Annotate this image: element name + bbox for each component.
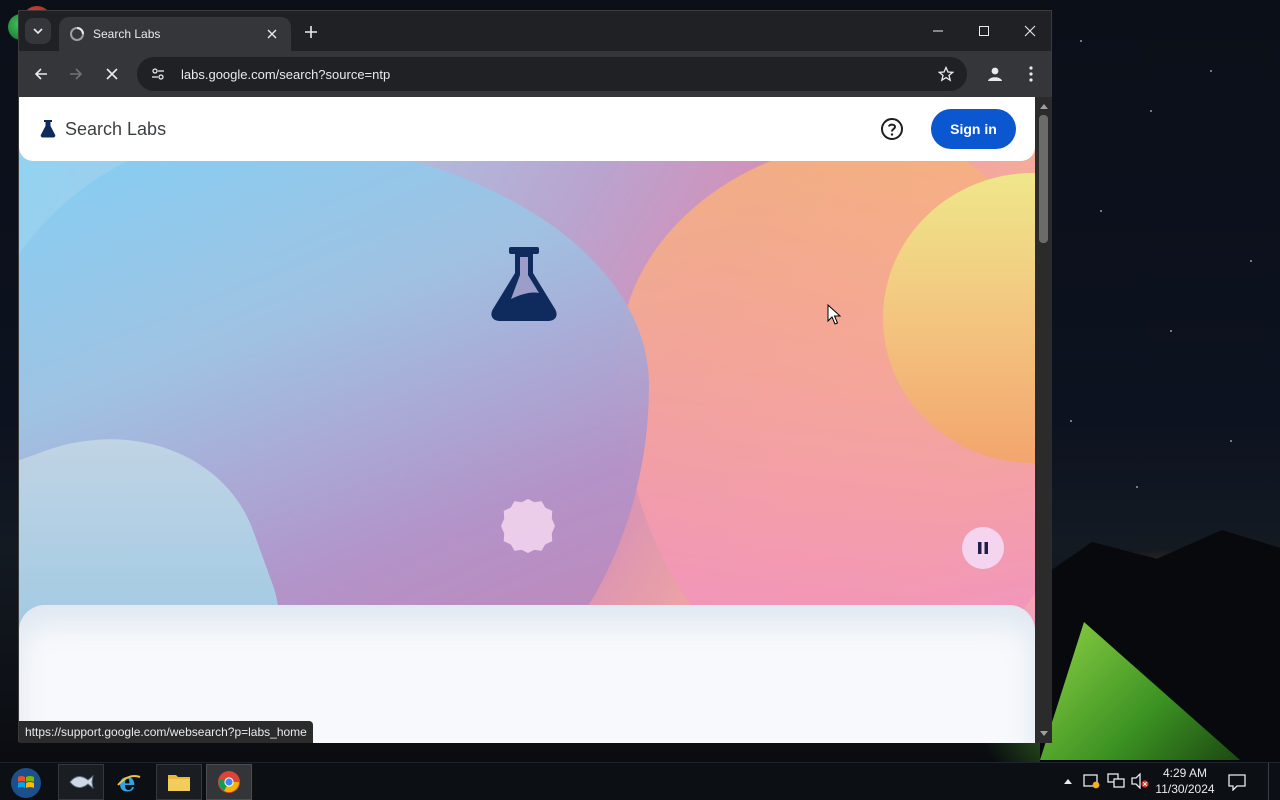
notification-icon (1228, 774, 1246, 791)
mouse-cursor-icon (827, 304, 841, 325)
back-button[interactable] (27, 60, 55, 88)
search-labs-logo[interactable]: Search Labs (39, 119, 166, 140)
show-desktop-button[interactable] (1268, 763, 1280, 800)
chrome-icon (218, 771, 240, 793)
brand-name: Search Labs (65, 118, 167, 139)
tray-network[interactable] (1106, 771, 1126, 791)
page-header: Search Labs Sign in (19, 97, 1035, 161)
maximize-icon (979, 26, 989, 36)
start-button[interactable] (6, 765, 46, 800)
tab-search-button[interactable] (25, 18, 51, 44)
page-viewport: Search Labs Sign in https://support.goog… (19, 97, 1035, 743)
browser-toolbar: labs.google.com/search?source=ntp (19, 51, 1051, 97)
sign-in-button[interactable]: Sign in (931, 109, 1016, 149)
pause-icon (978, 542, 988, 554)
clock-date: 11/30/2024 (1155, 782, 1215, 796)
tab-title: Search Labs (93, 27, 161, 41)
browser-window: Search Labs labs.google.com/search?sourc… (18, 10, 1052, 743)
pause-animation-button[interactable] (962, 527, 1004, 569)
tray-action-center-flag[interactable] (1082, 771, 1102, 791)
maximize-button[interactable] (961, 15, 1007, 47)
profile-button[interactable] (982, 61, 1008, 87)
notifications-button[interactable] (1226, 771, 1248, 793)
bookmark-star-icon[interactable] (935, 63, 957, 85)
page-scrollbar[interactable] (1035, 97, 1052, 743)
scroll-up-icon[interactable] (1035, 99, 1052, 113)
tab-close-icon[interactable] (263, 25, 281, 43)
forward-button[interactable] (62, 60, 90, 88)
clock-time: 4:29 AM (1162, 766, 1208, 780)
close-icon (1024, 25, 1036, 37)
chevron-down-icon (33, 28, 43, 35)
chevron-up-icon (1064, 779, 1072, 784)
url-text[interactable]: labs.google.com/search?source=ntp (181, 67, 935, 82)
browser-menu-button[interactable] (1019, 61, 1043, 87)
arrow-left-icon (34, 68, 47, 80)
flag-warning-icon (1083, 774, 1100, 789)
windows-start-icon (11, 768, 41, 798)
person-icon (988, 67, 1002, 81)
tray-volume-muted[interactable] (1130, 771, 1150, 791)
close-icon (106, 68, 118, 80)
taskbar: e 4:29 AM 11/30/2024 (0, 762, 1280, 800)
browser-tab[interactable]: Search Labs (59, 17, 291, 51)
loading-spinner-icon (69, 26, 85, 42)
close-window-button[interactable] (1007, 15, 1053, 47)
fish-app-icon (69, 774, 94, 790)
taskbar-file-explorer[interactable] (156, 764, 202, 800)
folder-icon (168, 775, 190, 791)
taskbar-internet-explorer[interactable]: e (106, 764, 152, 800)
minimize-icon (933, 30, 943, 32)
arrow-right-icon (70, 68, 83, 80)
speaker-muted-icon (1131, 773, 1149, 789)
help-button[interactable] (879, 116, 905, 142)
network-icon (1107, 773, 1125, 788)
system-clock[interactable]: 4:29 AM 11/30/2024 (1152, 765, 1218, 799)
plus-icon (305, 26, 317, 38)
site-info-icon[interactable] (147, 63, 169, 85)
browser-titlebar: Search Labs (19, 11, 1051, 51)
address-bar[interactable]: labs.google.com/search?source=ntp (137, 57, 967, 91)
show-hidden-icons[interactable] (1058, 771, 1078, 791)
more-vert-icon (1029, 66, 1033, 82)
scroll-down-icon[interactable] (1035, 727, 1052, 741)
scrollbar-thumb[interactable] (1039, 115, 1048, 243)
stop-loading-button[interactable] (98, 60, 126, 88)
internet-explorer-icon: e (117, 769, 141, 795)
minimize-button[interactable] (915, 15, 961, 47)
link-status-bubble: https://support.google.com/websearch?p=l… (19, 721, 313, 743)
taskbar-chrome[interactable] (206, 764, 252, 800)
help-icon (881, 118, 903, 140)
taskbar-app-fish[interactable] (58, 764, 104, 800)
flask-icon (39, 120, 57, 138)
flask-icon (491, 247, 557, 321)
new-tab-button[interactable] (299, 21, 323, 43)
